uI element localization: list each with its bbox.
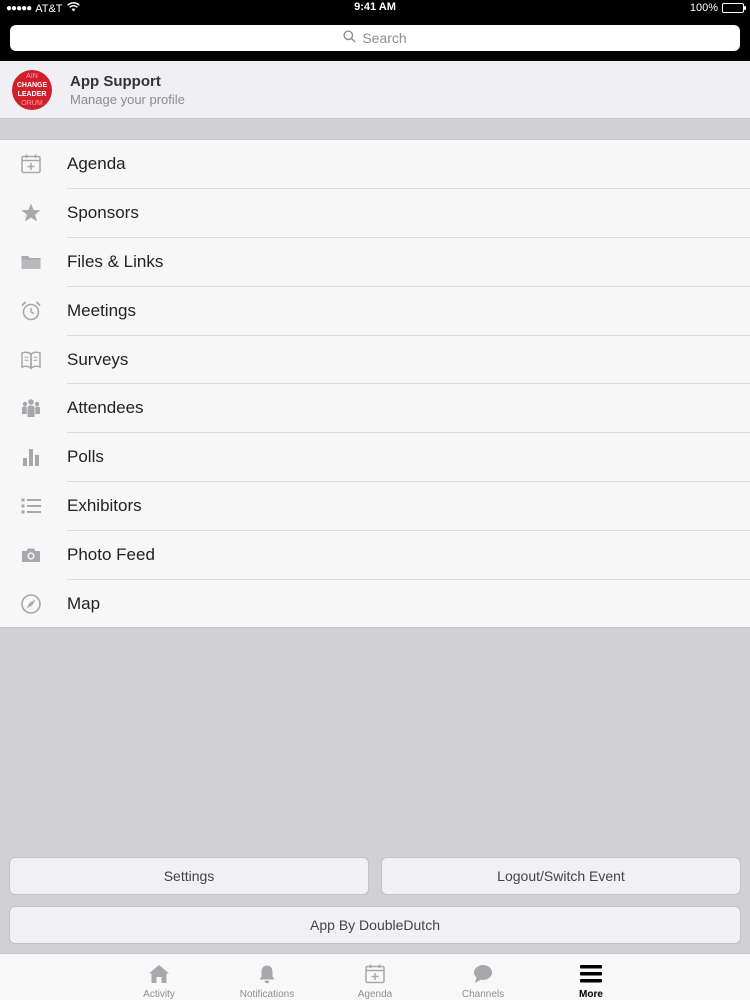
menu-item-label: Attendees [67, 398, 144, 418]
home-icon [146, 961, 172, 987]
alarm-clock-icon [19, 299, 43, 323]
menu-item-polls[interactable]: Polls [0, 433, 750, 483]
tab-label: Activity [143, 989, 175, 1000]
menu-item-label: Files & Links [67, 251, 164, 271]
star-icon [19, 201, 43, 225]
menu-item-meetings[interactable]: Meetings [0, 287, 750, 336]
camera-icon [19, 543, 43, 567]
calendar-plus-icon [19, 152, 43, 176]
profile-header[interactable]: AIN CHANGE LEADER ORUM App Support Manag… [0, 61, 750, 119]
menu-item-label: Exhibitors [67, 496, 142, 516]
tab-bar: Activity Notifications Agenda Channels M… [0, 953, 750, 1000]
logo-text-line-1: AIN [26, 73, 38, 80]
menu-item-surveys[interactable]: Surveys [0, 336, 750, 385]
menu-item-photo-feed[interactable]: Photo Feed [0, 531, 750, 581]
logo-text-line-2: CHANGE [16, 82, 48, 89]
menu-item-attendees[interactable]: Attendees [0, 384, 750, 434]
menu-item-files-links[interactable]: Files & Links [0, 238, 750, 287]
logo-text-line-3: LEADER [17, 91, 47, 98]
menu-item-label: Sponsors [67, 202, 139, 222]
menu-item-label: Agenda [67, 154, 126, 173]
calendar-plus-icon [362, 961, 388, 987]
logo-text-line-4: ORUM [21, 100, 43, 107]
tab-more[interactable]: More [537, 954, 645, 1000]
status-right: 100% [689, 2, 746, 14]
folder-icon [19, 250, 43, 274]
open-book-icon [19, 348, 43, 372]
profile-subtitle: Manage your profile [70, 92, 185, 107]
tab-label: Agenda [357, 989, 393, 1000]
bell-icon [254, 961, 280, 987]
more-menu-list: Agenda Sponsors Files & Links Meetings S… [0, 139, 750, 628]
list-icon [19, 494, 43, 518]
tab-label: Channels [461, 989, 505, 1000]
menu-item-sponsors[interactable]: Sponsors [0, 189, 750, 238]
top-bar: ●●●●● AT&T 9:41 AM 100% Search [0, 0, 750, 61]
tab-label: Notifications [239, 989, 295, 1000]
status-time: 9:41 AM [354, 1, 396, 13]
app-by-doubledutch-button[interactable]: App By DoubleDutch [9, 906, 741, 944]
tab-notifications[interactable]: Notifications [213, 954, 321, 1000]
battery-icon [722, 3, 746, 13]
chat-bubble-icon [470, 961, 496, 987]
tab-channels[interactable]: Channels [429, 954, 537, 1000]
menu-item-map[interactable]: Map [0, 580, 750, 629]
menu-item-label: Surveys [67, 349, 129, 369]
menu-item-agenda[interactable]: Agenda [0, 140, 750, 189]
bar-chart-icon [19, 445, 43, 469]
people-icon [19, 396, 43, 420]
menu-item-label: Meetings [67, 300, 136, 320]
tab-label: More [579, 989, 603, 1000]
hamburger-menu-icon [578, 961, 604, 987]
menu-item-label: Photo Feed [67, 545, 155, 565]
menu-item-label: Map [67, 594, 101, 614]
settings-button[interactable]: Settings [9, 857, 369, 895]
compass-icon [19, 592, 43, 616]
event-logo-avatar: AIN CHANGE LEADER ORUM [12, 70, 52, 110]
tab-activity[interactable]: Activity [105, 954, 213, 1000]
tab-agenda[interactable]: Agenda [321, 954, 429, 1000]
logout-switch-event-button[interactable]: Logout/Switch Event [381, 857, 741, 895]
profile-name: App Support [70, 73, 161, 90]
search-placeholder: Search [362, 30, 407, 46]
search-icon [343, 30, 356, 46]
status-bar: ●●●●● AT&T 9:41 AM 100% [0, 0, 750, 16]
search-bar[interactable]: Search [10, 25, 740, 51]
menu-item-label: Polls [67, 447, 104, 467]
battery-percent: 100% [689, 2, 718, 14]
menu-item-exhibitors[interactable]: Exhibitors [0, 482, 750, 532]
